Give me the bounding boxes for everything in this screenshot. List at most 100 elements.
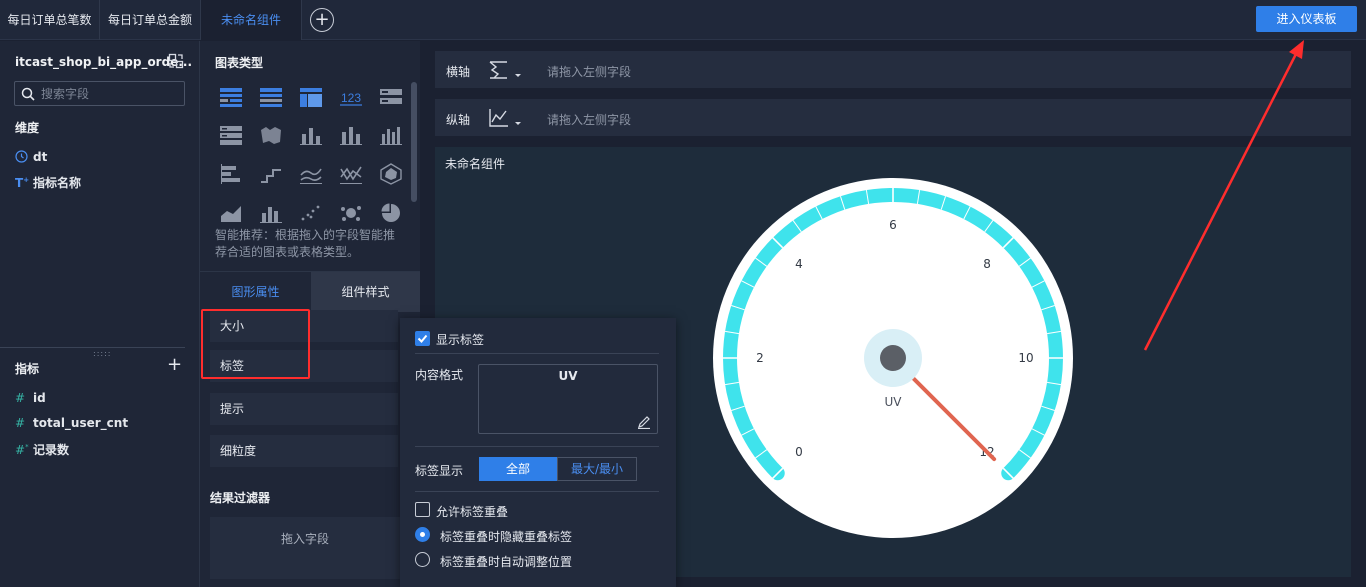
measures-title: 指标	[15, 362, 40, 376]
panel-divider	[0, 347, 185, 348]
label-settings-popup: 显示标签 内容格式 UV 标签显示 全部 最大/最小 允许标签重叠 标签重叠时隐…	[400, 318, 676, 587]
search-input[interactable]	[41, 85, 181, 102]
x-axis-placeholder: 请拖入左侧字段	[547, 65, 632, 79]
dimension-label: dt	[33, 150, 48, 164]
resize-handle[interactable]: :::::	[93, 349, 111, 358]
label-display-all-option[interactable]: 全部	[479, 457, 557, 481]
combo-chart-icon[interactable]	[339, 163, 363, 185]
content-format-value: UV	[558, 369, 578, 383]
gauge-tick-label: 4	[795, 257, 803, 271]
dimension-label: 指标名称	[33, 176, 82, 190]
measure-field-record-count[interactable]: #* 记录数	[15, 441, 69, 459]
y-axis-placeholder: 请拖入左侧字段	[547, 113, 632, 127]
top-tab-bar: 每日订单总笔数 每日订单总金额 未命名组件 + 进入仪表板	[0, 0, 1366, 40]
map-icon[interactable]	[259, 124, 283, 146]
hash-star-icon: #*	[15, 443, 29, 457]
tab-daily-order-count[interactable]: 每日订单总笔数	[0, 0, 100, 40]
result-filter-title: 结果过滤器	[210, 491, 271, 505]
radar-chart-icon[interactable]	[379, 163, 403, 185]
check-icon	[417, 334, 428, 343]
hash-icon: #	[15, 391, 26, 405]
measure-label: 记录数	[33, 443, 70, 457]
gauge-tick-label: 8	[983, 257, 991, 271]
allow-overlap-checkbox[interactable]	[415, 502, 430, 517]
auto-adjust-text: 标签重叠时自动调整位置	[440, 555, 573, 569]
dimension-field-dt[interactable]: dt	[15, 150, 47, 168]
x-axis-label: 横轴	[446, 65, 471, 79]
gauge-tick-label: 0	[795, 445, 803, 459]
show-label-checkbox[interactable]	[415, 331, 430, 346]
field-panel: itcast_shop_bi_app_orde... 维度 dt T+指标名称 …	[0, 41, 200, 587]
enter-dashboard-button[interactable]: 进入仪表板	[1256, 6, 1357, 32]
smart-recommend-hint: 智能推荐：根据拖入的字段智能推荐合适的图表或表格类型。	[215, 228, 396, 259]
measure-label: total_user_cnt	[33, 416, 129, 430]
content-format-label: 内容格式	[415, 368, 464, 382]
indicator-card-icon[interactable]	[379, 86, 403, 108]
stacked-bar-icon[interactable]	[299, 124, 323, 146]
divider	[415, 446, 659, 447]
hide-overlap-text: 标签重叠时隐藏重叠标签	[440, 530, 573, 544]
scatter-chart-icon[interactable]	[299, 202, 323, 224]
table-icon[interactable]	[259, 86, 283, 108]
divider	[415, 353, 659, 354]
search-icon	[21, 87, 35, 101]
show-label-text: 显示标签	[436, 333, 485, 347]
pie-chart-icon[interactable]	[379, 202, 403, 224]
cross-table-icon[interactable]	[219, 86, 243, 108]
datasource-name: itcast_shop_bi_app_orde...	[15, 55, 193, 69]
gauge-tick-label: 2	[756, 351, 764, 365]
chart-type-scrollbar[interactable]	[411, 82, 417, 202]
add-tab-button[interactable]: +	[310, 8, 334, 32]
grouped-column-icon[interactable]	[379, 124, 403, 146]
tab-unnamed-widget[interactable]: 未命名组件	[201, 0, 302, 40]
style-tabs: 图形属性 组件样式	[200, 271, 420, 312]
switch-datasource-icon[interactable]	[168, 53, 184, 69]
field-search[interactable]	[14, 81, 185, 106]
measure-field-id[interactable]: # id	[15, 391, 46, 409]
column-chart-icon[interactable]	[339, 124, 363, 146]
text-type-icon: T+	[15, 176, 30, 190]
bar-chart-icon[interactable]	[219, 163, 243, 185]
x-axis-shelf[interactable]: 横轴 请拖入左侧字段	[435, 51, 1351, 88]
add-measure-button[interactable]: +	[167, 356, 182, 374]
clock-icon	[15, 150, 33, 164]
result-filter-dropzone[interactable]: 拖入字段	[210, 517, 400, 579]
detail-table-icon[interactable]	[299, 86, 323, 108]
kpi-number-icon[interactable]: 123	[339, 86, 363, 108]
label-display-label: 标签显示	[415, 464, 464, 478]
dimensions-title: 维度	[15, 121, 40, 135]
bubble-chart-icon[interactable]	[339, 202, 363, 224]
measure-field-total-user-cnt[interactable]: # total_user_cnt	[15, 416, 128, 434]
tab-daily-order-amount[interactable]: 每日订单总金额	[100, 0, 201, 40]
section-tooltip[interactable]: 提示	[210, 393, 398, 425]
allow-overlap-text: 允许标签重叠	[436, 505, 509, 519]
measure-label: id	[33, 391, 46, 405]
gauge-hub	[880, 345, 906, 371]
edit-pencil-icon[interactable]	[637, 415, 651, 429]
content-format-editor[interactable]: UV	[478, 364, 658, 434]
gauge-tick-label: 10	[1018, 351, 1033, 365]
line-chart-icon[interactable]	[299, 163, 323, 185]
section-granularity[interactable]: 细粒度	[210, 435, 398, 467]
dimension-field-indicator-name[interactable]: T+ 指标名称	[15, 174, 81, 192]
gauge-tick-label: 6	[889, 218, 897, 232]
y-axis-label: 纵轴	[446, 113, 471, 127]
area-chart-icon[interactable]	[219, 202, 243, 224]
tab-graph-properties[interactable]: 图形属性	[200, 272, 311, 312]
y-axis-chart-type-icon[interactable]	[488, 107, 524, 129]
label-display-maxmin-option[interactable]: 最大/最小	[557, 457, 637, 481]
chart-types-title: 图表类型	[215, 56, 264, 70]
ranking-table-icon[interactable]	[219, 124, 243, 146]
y-axis-shelf[interactable]: 纵轴 请拖入左侧字段	[435, 99, 1351, 136]
x-axis-chart-type-icon[interactable]	[488, 59, 524, 81]
waterfall-chart-icon[interactable]	[259, 202, 283, 224]
tab-widget-style[interactable]: 组件样式	[311, 272, 420, 312]
annotation-highlight-box	[201, 309, 310, 379]
divider	[415, 491, 659, 492]
auto-adjust-radio[interactable]	[415, 552, 430, 567]
step-chart-icon[interactable]	[259, 163, 283, 185]
gauge-value-label: UV	[885, 395, 903, 409]
svg-text:123: 123	[341, 91, 361, 105]
hash-icon: #	[15, 416, 26, 430]
hide-overlap-radio[interactable]	[415, 527, 430, 542]
